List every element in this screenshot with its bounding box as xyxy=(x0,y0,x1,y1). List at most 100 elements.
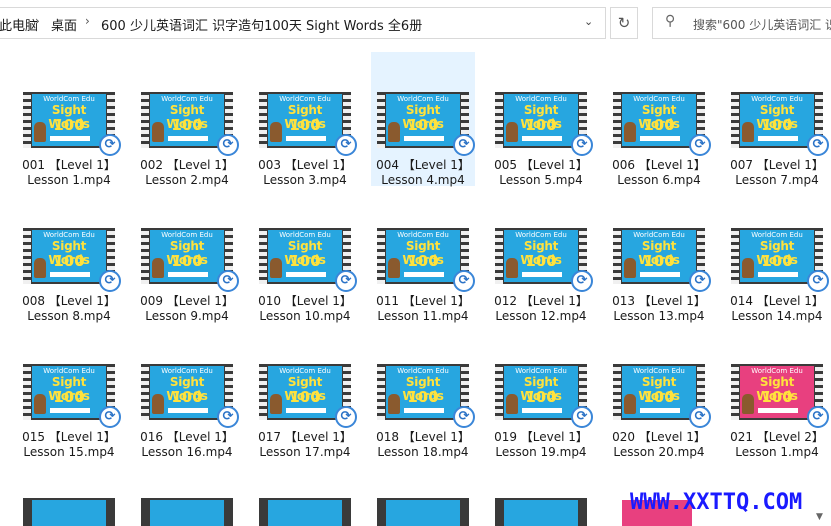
lesson-bar xyxy=(522,272,562,277)
file-thumbnail-partial[interactable] xyxy=(259,498,351,526)
file-name-line2: Lesson 14.mp4 xyxy=(731,309,823,323)
file-name-line1: 014 【Level 1】 xyxy=(730,294,824,308)
file-item[interactable]: WorldCom Edu Sight Words 100 ⟳ 002 【Level 1】… xyxy=(135,52,239,187)
thumbnail-brand: WorldCom Edu xyxy=(279,231,331,239)
breadcrumb-current-folder[interactable]: 600 少儿英语词汇 识字造句100天 Sight Words 全6册 xyxy=(101,15,422,34)
player-app-icon: ⟳ xyxy=(807,406,829,428)
file-name-line2: Lesson 10.mp4 xyxy=(259,309,351,323)
file-name-line1: 016 【Level 1】 xyxy=(140,430,234,444)
file-item[interactable]: WorldCom Edu Sight Words 100 ⟳ 004 【Level 1】… xyxy=(371,52,475,187)
file-thumbnail-partial[interactable] xyxy=(495,498,587,526)
thumbnail-brand: WorldCom Edu xyxy=(515,95,567,103)
breadcrumb-separator[interactable]: › xyxy=(35,14,40,28)
breadcrumb-desktop[interactable]: 桌面 xyxy=(51,15,77,34)
character-icon xyxy=(34,394,46,414)
film-strip-icon xyxy=(259,364,267,420)
film-strip-icon xyxy=(259,228,267,284)
player-app-icon: ⟳ xyxy=(217,134,239,156)
film-strip-icon xyxy=(377,92,385,148)
character-icon xyxy=(34,122,46,142)
file-name-line2: Lesson 5.mp4 xyxy=(499,173,583,187)
film-strip-icon xyxy=(731,364,739,420)
thumbnail-brand: WorldCom Edu xyxy=(397,367,449,375)
film-strip-icon xyxy=(613,92,621,148)
refresh-icon[interactable]: ↻ xyxy=(610,7,638,39)
file-name-line2: Lesson 1.mp4 xyxy=(735,445,819,459)
file-name-line2: Lesson 6.mp4 xyxy=(617,173,701,187)
player-app-icon: ⟳ xyxy=(689,270,711,292)
file-item[interactable]: WorldCom Edu Sight Words 100 ⟳ 011 【Level 1】… xyxy=(371,188,475,323)
address-bar[interactable]: 此电脑 › 桌面 › 600 少儿英语词汇 识字造句100天 Sight Wor… xyxy=(0,7,606,39)
file-thumbnail-partial[interactable] xyxy=(141,498,233,526)
character-icon xyxy=(742,258,754,278)
file-item[interactable]: WorldCom Edu Sight Words 100 ⟳ 006 【Level 1】… xyxy=(607,52,711,187)
thumbnail-brand: WorldCom Edu xyxy=(515,231,567,239)
character-icon xyxy=(624,258,636,278)
character-icon xyxy=(506,258,518,278)
file-item[interactable]: WorldCom Edu Sight Words 100 ⟳ 003 【Level 1】… xyxy=(253,52,357,187)
thumbnail-frame: WorldCom Edu Sight Words 100 xyxy=(268,94,342,146)
lesson-bar xyxy=(640,272,680,277)
file-item[interactable]: WorldCom Edu Sight Words 100 ⟳ 021 【Level 2】… xyxy=(725,324,829,459)
file-item[interactable]: WorldCom Edu Sight Words 100 ⟳ 010 【Level 1】… xyxy=(253,188,357,323)
file-thumbnail-partial[interactable] xyxy=(377,498,469,526)
search-box[interactable]: ⚲ 搜索"600 少儿英语词汇 识 xyxy=(652,7,831,39)
thumbnail-brand: WorldCom Edu xyxy=(751,231,803,239)
player-app-icon: ⟳ xyxy=(99,134,121,156)
file-item[interactable]: WorldCom Edu Sight Words 100 ⟳ 015 【Level 1】… xyxy=(17,324,121,459)
file-item[interactable]: WorldCom Edu Sight Words 100 ⟳ 012 【Level 1】… xyxy=(489,188,593,323)
lesson-bar xyxy=(50,272,90,277)
file-name-line1: 012 【Level 1】 xyxy=(494,294,588,308)
player-app-icon: ⟳ xyxy=(335,134,357,156)
file-name-line1: 021 【Level 2】 xyxy=(730,430,824,444)
player-app-icon: ⟳ xyxy=(807,270,829,292)
scroll-down-icon[interactable]: ▼ xyxy=(816,512,823,522)
file-name-line2: Lesson 2.mp4 xyxy=(145,173,229,187)
file-item[interactable]: WorldCom Edu Sight Words 100 ⟳ 014 【Level 1】… xyxy=(725,188,829,323)
character-icon xyxy=(742,394,754,414)
film-strip-icon xyxy=(731,92,739,148)
file-thumbnail-partial[interactable] xyxy=(23,498,115,526)
film-strip-icon xyxy=(141,228,149,284)
character-icon xyxy=(624,394,636,414)
player-app-icon: ⟳ xyxy=(571,134,593,156)
file-item[interactable]: WorldCom Edu Sight Words 100 ⟳ 008 【Level 1】… xyxy=(17,188,121,323)
character-icon xyxy=(270,122,282,142)
film-strip-icon xyxy=(731,228,739,284)
player-app-icon: ⟳ xyxy=(453,406,475,428)
thumbnail-brand: WorldCom Edu xyxy=(161,95,213,103)
character-icon xyxy=(742,122,754,142)
thumbnail-brand: WorldCom Edu xyxy=(633,231,685,239)
file-item[interactable]: WorldCom Edu Sight Words 100 ⟳ 019 【Level 1】… xyxy=(489,324,593,459)
file-name-line2: Lesson 13.mp4 xyxy=(613,309,705,323)
file-item[interactable]: WorldCom Edu Sight Words 100 ⟳ 020 【Level 1】… xyxy=(607,324,711,459)
file-name-line1: 003 【Level 1】 xyxy=(258,158,352,172)
file-item[interactable]: WorldCom Edu Sight Words 100 ⟳ 009 【Level 1】… xyxy=(135,188,239,323)
file-name-line1: 011 【Level 1】 xyxy=(376,294,470,308)
thumbnail-frame: WorldCom Edu Sight Words 100 xyxy=(622,230,696,282)
lesson-bar xyxy=(522,136,562,141)
lesson-bar xyxy=(286,408,326,413)
thumbnail-frame: WorldCom Edu Sight Words 100 xyxy=(150,366,224,418)
thumbnail-brand: WorldCom Edu xyxy=(43,231,95,239)
file-name-line1: 013 【Level 1】 xyxy=(612,294,706,308)
chevron-down-icon[interactable]: ⌄ xyxy=(584,15,593,28)
watermark-text: WWW.XXTTQ.COM xyxy=(630,490,803,515)
file-item[interactable]: WorldCom Edu Sight Words 100 ⟳ 007 【Level 1】… xyxy=(725,52,829,187)
file-name-line1: 009 【Level 1】 xyxy=(140,294,234,308)
search-placeholder[interactable]: 搜索"600 少儿英语词汇 识 xyxy=(693,16,831,33)
file-item[interactable]: WorldCom Edu Sight Words 100 ⟳ 017 【Level 1】… xyxy=(253,324,357,459)
file-item[interactable]: WorldCom Edu Sight Words 100 ⟳ 005 【Level 1】… xyxy=(489,52,593,187)
breadcrumb-this-pc[interactable]: 此电脑 xyxy=(0,15,38,34)
file-item[interactable]: WorldCom Edu Sight Words 100 ⟳ 013 【Level 1】… xyxy=(607,188,711,323)
file-name-line1: 007 【Level 1】 xyxy=(730,158,824,172)
file-name-line1: 005 【Level 1】 xyxy=(494,158,588,172)
breadcrumb-separator[interactable]: › xyxy=(85,14,90,28)
file-item[interactable]: WorldCom Edu Sight Words 100 ⟳ 001 【Level 1】… xyxy=(17,52,121,187)
film-strip-icon xyxy=(141,92,149,148)
character-icon xyxy=(270,394,282,414)
thumbnail-frame: WorldCom Edu Sight Words 100 xyxy=(386,366,460,418)
lesson-bar xyxy=(758,408,798,413)
file-item[interactable]: WorldCom Edu Sight Words 100 ⟳ 016 【Level 1】… xyxy=(135,324,239,459)
file-item[interactable]: WorldCom Edu Sight Words 100 ⟳ 018 【Level 1】… xyxy=(371,324,475,459)
